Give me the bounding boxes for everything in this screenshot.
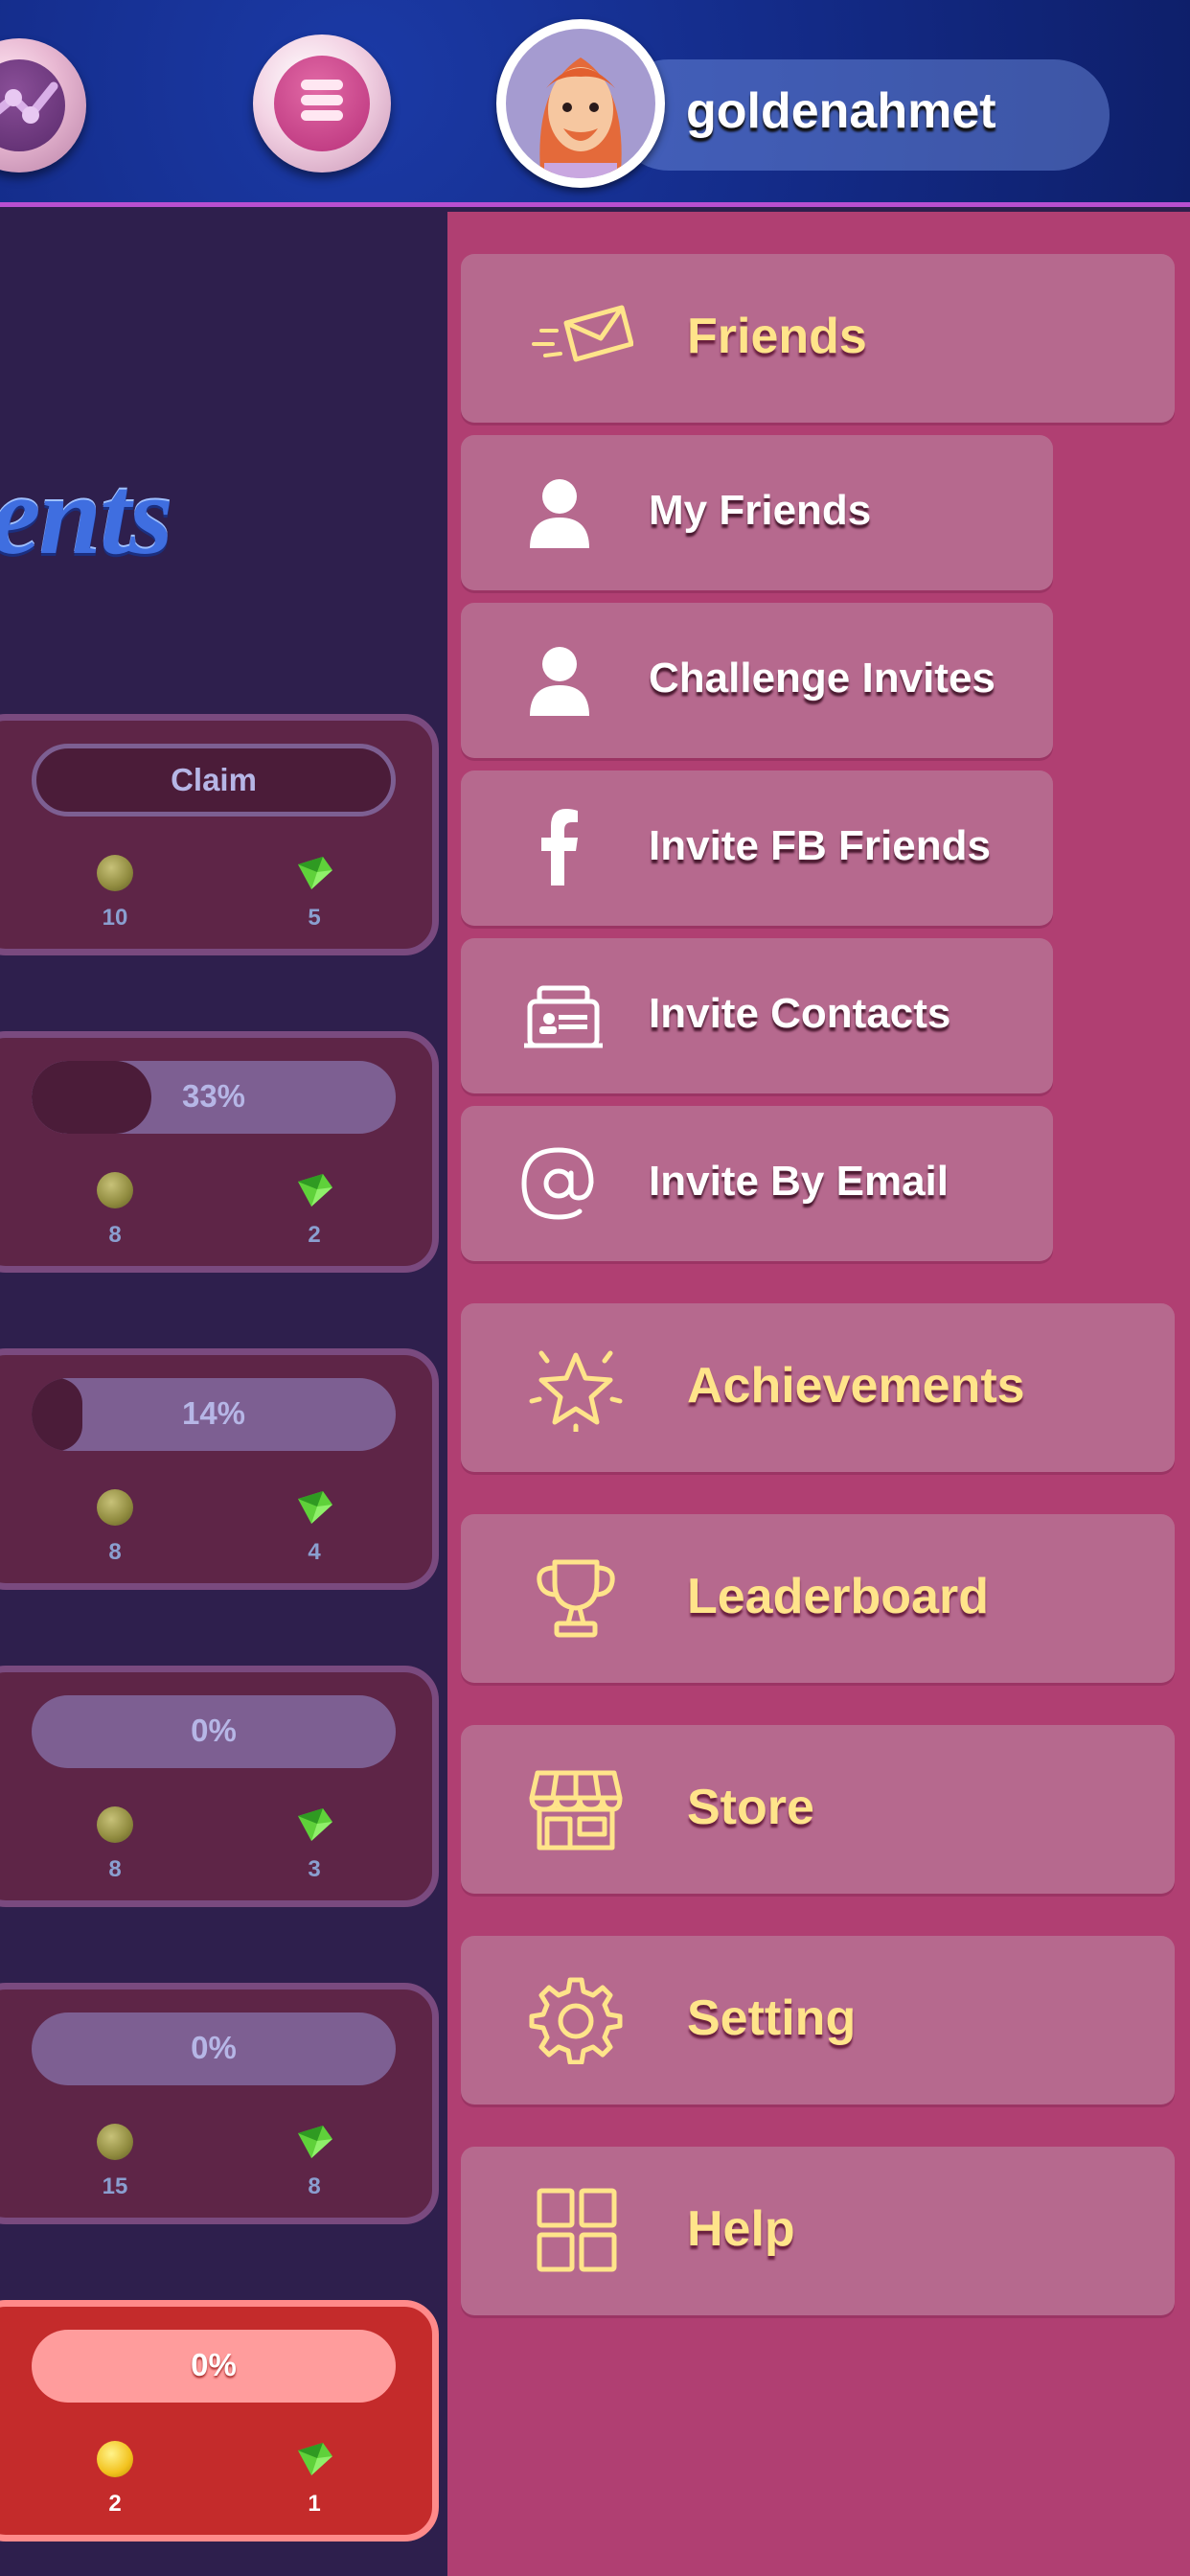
menu-invite-by-email[interactable]: Invite By Email xyxy=(461,1106,1053,1261)
claim-button[interactable]: Claim xyxy=(32,744,396,816)
top-bar: goldenahmet xyxy=(0,0,1190,207)
menu-button[interactable] xyxy=(253,34,391,172)
menu-item-label: My Friends xyxy=(649,487,872,534)
coin-reward: 8 xyxy=(108,1539,122,1565)
menu-help-label: Help xyxy=(687,2201,795,2257)
progress-bar: 0% xyxy=(32,1695,396,1768)
coin-icon xyxy=(97,1172,133,1208)
panel-title: ents xyxy=(0,452,173,578)
menu-store-label: Store xyxy=(687,1780,814,1835)
coin-icon xyxy=(97,1806,133,1843)
achievement-card: 0% 15 8 xyxy=(0,1983,439,2224)
coin-reward: 8 xyxy=(108,1856,122,1882)
menu-friends-label: Friends xyxy=(687,309,867,364)
menu-achievements[interactable]: Achievements xyxy=(461,1303,1175,1472)
achievement-card: 0% 2 1 xyxy=(0,2300,439,2542)
progress-label: 0% xyxy=(191,2030,237,2065)
progress-label: 0% xyxy=(191,1713,237,1748)
coin-reward: 15 xyxy=(102,2174,128,2199)
at-icon xyxy=(516,1144,603,1223)
gem-reward: 5 xyxy=(308,905,321,931)
claim-label: Claim xyxy=(171,762,257,797)
gem-reward: 3 xyxy=(308,1856,321,1882)
achievement-card: Claim 10 5 xyxy=(0,714,439,955)
progress-bar: 33% xyxy=(32,1061,396,1134)
gem-reward: 4 xyxy=(308,1539,321,1565)
coin-icon xyxy=(97,2124,133,2160)
progress-bar: 0% xyxy=(32,2012,396,2085)
gem-reward: 8 xyxy=(308,2174,321,2199)
coin-reward: 8 xyxy=(108,1222,122,1248)
progress-label: 14% xyxy=(181,1395,246,1431)
menu-item-label: Invite Contacts xyxy=(649,990,951,1037)
facebook-icon xyxy=(516,809,603,887)
achievement-card: 33% 8 2 xyxy=(0,1031,439,1273)
gem-icon xyxy=(294,2441,334,2477)
menu-my-friends[interactable]: My Friends xyxy=(461,435,1053,590)
menu-help[interactable]: Help xyxy=(461,2147,1175,2315)
gem-reward: 2 xyxy=(308,1222,321,1248)
coin-icon xyxy=(97,855,133,891)
menu-challenge-invites[interactable]: Challenge Invites xyxy=(461,603,1053,758)
coin-reward: 2 xyxy=(108,2491,122,2517)
achievement-card: 0% 8 3 xyxy=(0,1666,439,1907)
menu-setting[interactable]: Setting xyxy=(461,1936,1175,2104)
gem-icon xyxy=(294,2124,334,2160)
grid-icon xyxy=(528,2187,624,2275)
store-icon xyxy=(528,1765,624,1853)
menu-setting-label: Setting xyxy=(687,1990,857,2046)
stats-button[interactable] xyxy=(0,38,86,172)
menu-icon xyxy=(301,80,343,126)
gem-icon xyxy=(294,1806,334,1843)
menu-leaderboard-label: Leaderboard xyxy=(687,1569,989,1624)
envelope-icon xyxy=(528,294,634,382)
menu-item-label: Invite FB Friends xyxy=(649,822,991,869)
menu-invite-contacts[interactable]: Invite Contacts xyxy=(461,938,1053,1093)
menu-store[interactable]: Store xyxy=(461,1725,1175,1894)
progress-label: 0% xyxy=(191,2347,237,2382)
trophy-icon xyxy=(528,1554,624,1643)
coin-icon xyxy=(97,1489,133,1526)
gear-icon xyxy=(528,1976,624,2065)
user-icon xyxy=(516,641,603,720)
star-icon xyxy=(528,1344,624,1435)
progress-bar: 0% xyxy=(32,2330,396,2403)
progress-bar: 14% xyxy=(32,1378,396,1451)
gem-icon xyxy=(294,1489,334,1526)
gem-reward: 1 xyxy=(308,2491,321,2517)
gem-icon xyxy=(294,1172,334,1208)
coin-icon xyxy=(97,2441,133,2477)
menu-leaderboard[interactable]: Leaderboard xyxy=(461,1514,1175,1683)
avatar[interactable] xyxy=(496,19,665,188)
user-icon xyxy=(516,473,603,552)
username: goldenahmet xyxy=(686,83,996,139)
achievement-card: 14% 8 4 xyxy=(0,1348,439,1590)
contacts-icon xyxy=(516,977,603,1055)
progress-label: 33% xyxy=(181,1078,246,1114)
network-icon xyxy=(0,59,65,151)
coin-reward: 10 xyxy=(102,905,128,931)
menu-achievements-label: Achievements xyxy=(687,1358,1025,1414)
menu-item-label: Challenge Invites xyxy=(649,655,995,702)
gem-icon xyxy=(294,855,334,891)
menu-friends[interactable]: Friends xyxy=(461,254,1175,423)
menu-item-label: Invite By Email xyxy=(649,1158,950,1205)
menu-invite-fb-friends[interactable]: Invite FB Friends xyxy=(461,770,1053,926)
